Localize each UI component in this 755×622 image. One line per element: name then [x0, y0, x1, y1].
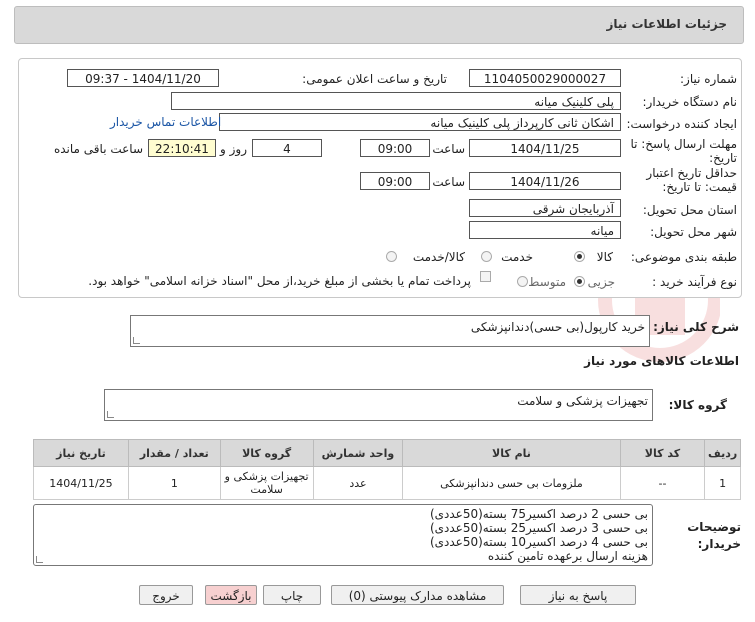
col-need-date: تاریخ نیاز — [33, 439, 129, 467]
col-row: ردیف — [704, 439, 741, 467]
reply-deadline-label: مهلت ارسال پاسخ: تا — [630, 137, 737, 151]
cell-group: تجهیزات پزشکی و سلامت — [219, 466, 314, 500]
reply-date-field: 1404/11/25 — [469, 139, 621, 157]
buyer-note-line: بی حسی 2 درصد اکسیر75 بسته(50عددی) — [429, 507, 648, 521]
category-goods-label: کالا — [596, 250, 613, 264]
goods-section-title: اطلاعات کالاهای مورد نیاز — [584, 354, 739, 368]
reply-button[interactable]: پاسخ به نیاز — [520, 585, 636, 605]
process-minor-label: جزیی — [587, 275, 615, 289]
category-service-label: خدمت — [501, 250, 533, 264]
treasury-payment-checkbox[interactable] — [480, 271, 491, 282]
resize-grip-icon — [36, 556, 43, 563]
resize-grip-icon — [133, 337, 140, 344]
description-field: خرید کارپول(بی حسی)دندانپزشکی — [130, 315, 650, 347]
page-header: جزئیات اطلاعات نیاز — [14, 6, 744, 44]
process-label: نوع فرآیند خرید : — [652, 275, 737, 289]
table-row: 1 -- ملزومات بی حسی دندانپزشکی عدد تجهیز… — [33, 466, 741, 500]
category-label: طبقه بندی موضوعی: — [630, 250, 737, 264]
description-label: شرح کلی نیاز: — [653, 320, 739, 334]
remaining-time-field: 22:10:41 — [148, 139, 216, 157]
announce-field: 1404/11/20 - 09:37 — [67, 69, 219, 87]
col-quantity: تعداد / مقدار — [127, 439, 221, 467]
days-remaining-field: 4 — [252, 139, 322, 157]
page-title: جزئیات اطلاعات نیاز — [606, 17, 727, 31]
buyer-note-line: هزینه ارسال برعهده تامین کننده — [487, 549, 648, 563]
cell-need-date: 1404/11/25 — [33, 466, 129, 500]
cell-unit: عدد — [312, 466, 404, 500]
col-code: کد کالا — [619, 439, 706, 467]
table-header-row: ردیف کد کالا نام کالا واحد شمارش گروه کا… — [33, 439, 741, 467]
process-medium-radio[interactable] — [517, 276, 528, 287]
buyer-org-label: نام دستگاه خریدار: — [642, 95, 738, 109]
buyer-notes-field: بی حسی 2 درصد اکسیر75 بسته(50عددی) بی حس… — [33, 504, 653, 566]
price-validity-label-2: قیمت: تا تاریخ: — [662, 180, 737, 194]
price-date-field: 1404/11/26 — [469, 172, 621, 190]
col-name: نام کالا — [402, 439, 621, 467]
province-field: آذربایجان شرقی — [469, 199, 621, 217]
reply-time-field: 09:00 — [360, 139, 430, 157]
creator-field: اشکان ثانی کارپرداز پلی کلینیک میانه — [219, 113, 621, 131]
need-number-field: 1104050029000027 — [469, 69, 621, 87]
resize-grip-icon — [107, 411, 114, 418]
goods-group-field: تجهیزات پزشکی و سلامت — [104, 389, 653, 421]
city-field: میانه — [469, 221, 621, 239]
cell-row: 1 — [704, 466, 741, 500]
print-button[interactable]: چاپ — [263, 585, 321, 605]
province-label: استان محل تحویل: — [642, 203, 737, 217]
cell-quantity: 1 — [127, 466, 221, 500]
announce-label: تاریخ و ساعت اعلان عمومی: — [302, 72, 447, 86]
buyer-org-field: پلی کلینیک میانه — [171, 92, 621, 110]
goods-table: ردیف کد کالا نام کالا واحد شمارش گروه کا… — [33, 439, 741, 500]
buyer-note-line: بی حسی 3 درصد اکسیر25 بسته(50عددی) — [429, 521, 648, 535]
treasury-payment-note: پرداخت تمام یا بخشی از مبلغ خرید،از محل … — [88, 274, 471, 288]
creator-label: ایجاد کننده درخواست: — [626, 117, 737, 131]
process-medium-label: متوسط — [528, 275, 566, 289]
cell-code: -- — [619, 466, 706, 500]
category-goods-radio[interactable] — [574, 251, 585, 262]
cell-name: ملزومات بی حسی دندانپزشکی — [402, 466, 621, 500]
category-service-radio[interactable] — [481, 251, 492, 262]
remaining-label: ساعت باقی مانده — [53, 142, 143, 156]
col-unit: واحد شمارش — [312, 439, 404, 467]
back-button[interactable]: بازگشت — [205, 585, 257, 605]
reply-time-label: ساعت — [432, 142, 465, 156]
col-group: گروه کالا — [219, 439, 314, 467]
price-time-field: 09:00 — [360, 172, 430, 190]
view-attachments-button[interactable]: مشاهده مدارک پیوستی (0) — [331, 585, 504, 605]
buyer-contact-link[interactable]: اطلاعات تماس خریدار — [110, 115, 221, 129]
day-and-label: روز و — [220, 142, 247, 156]
exit-button[interactable]: خروج — [139, 585, 193, 605]
price-validity-label: حداقل تاریخ اعتبار — [646, 166, 737, 180]
city-label: شهر محل تحویل: — [650, 225, 737, 239]
buyer-note-line: بی حسی 4 درصد اکسیر10 بسته(50عددی) — [429, 535, 648, 549]
goods-group-label: گروه کالا: — [668, 398, 727, 412]
goods-group-text: تجهیزات پزشکی و سلامت — [517, 394, 648, 408]
price-time-label: ساعت — [432, 175, 465, 189]
category-goods-service-radio[interactable] — [386, 251, 397, 262]
description-text: خرید کارپول(بی حسی)دندانپزشکی — [470, 320, 645, 334]
category-goods-service-label: کالا/خدمت — [412, 250, 465, 264]
process-minor-radio[interactable] — [574, 276, 585, 287]
need-number-label: شماره نیاز: — [680, 72, 737, 86]
buyer-notes-label: توضیحات خریدار: — [687, 520, 741, 551]
reply-deadline-label-2: تاریخ: — [709, 151, 737, 165]
